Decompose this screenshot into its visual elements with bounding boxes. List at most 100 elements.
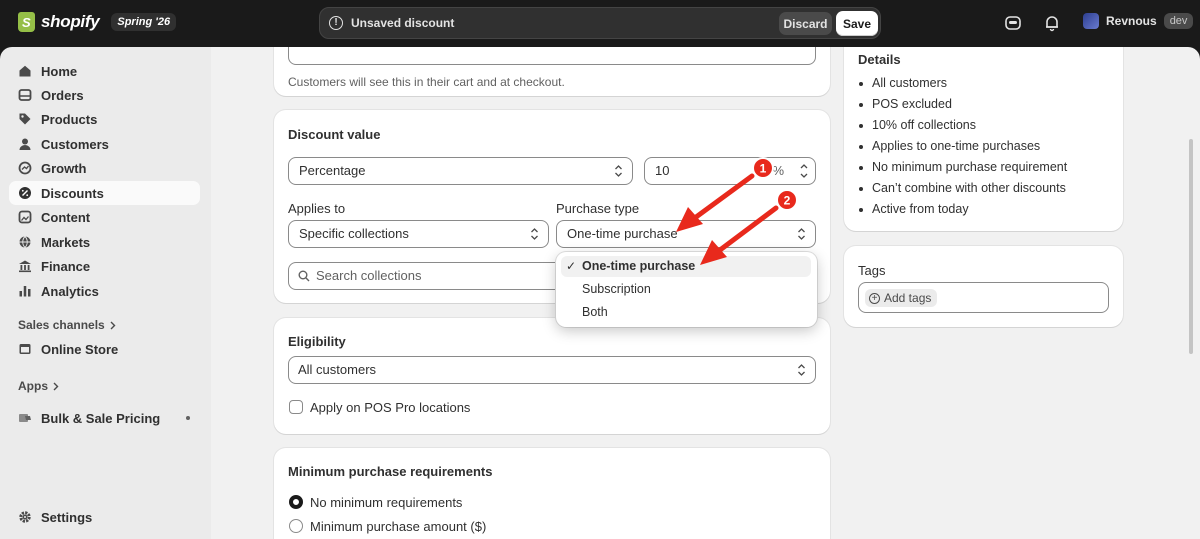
sidebar-item-label: Finance [41,258,91,274]
radio-no-minimum[interactable] [289,495,303,509]
person-icon [19,138,31,150]
sidebar-item-discounts[interactable]: Discounts [9,181,200,205]
checkmark-icon: ✓ [566,259,577,273]
option-label: Both [582,305,608,319]
option-both[interactable]: Both [561,302,811,323]
add-tags-label: Add tags [884,291,932,305]
discard-button[interactable]: Discard [779,12,832,35]
shopify-logo[interactable]: shopify Spring '26 [18,12,177,32]
chevron-right-icon [110,321,116,329]
search-icon [298,270,310,282]
section-label: Apps [18,379,48,393]
sidebar-item-analytics[interactable]: Analytics [9,279,200,303]
pos-checkbox[interactable] [289,400,303,414]
app-icon [19,414,31,422]
sidebar-item-settings[interactable]: Settings [9,505,200,529]
brand-name: shopify [41,12,100,31]
applies-to-select[interactable]: Specific collections [288,220,549,248]
bank-icon [19,260,31,273]
globe-icon [19,236,31,248]
discount-icon [19,187,31,199]
tag-icon [19,113,31,125]
select-chevron-icon [615,165,622,177]
dev-badge: dev [1163,13,1194,29]
sidebar-item-products[interactable]: Products [9,107,200,131]
option-one-time-purchase[interactable]: ✓ One-time purchase [561,256,811,277]
discount-amount-input[interactable]: 10 % [644,157,816,185]
growth-icon [18,161,32,175]
eligibility-select[interactable]: All customers [288,356,816,384]
shopify-bag-icon [18,12,35,32]
chevron-right-icon [53,382,59,390]
discount-type-select[interactable]: Percentage [288,157,633,185]
select-chevron-icon [798,364,805,376]
details-item: POS excluded [858,97,952,111]
stepper-icon[interactable] [798,161,810,181]
sidebar-item-customers[interactable]: Customers [9,132,200,156]
select-value: One-time purchase [567,226,678,241]
minimum-title: Minimum purchase requirements [288,464,493,479]
pos-checkbox-label: Apply on POS Pro locations [310,400,471,415]
details-item: Applies to one-time purchases [858,139,1040,153]
scrollbar[interactable] [1189,139,1193,354]
details-title: Details [858,52,901,67]
radio-minimum-amount-label: Minimum purchase amount ($) [310,519,487,534]
store-avatar [1083,13,1099,29]
gear-icon [19,511,31,523]
radio-minimum-amount[interactable] [289,519,303,533]
season-badge: Spring '26 [111,13,177,31]
option-label: One-time purchase [582,259,696,273]
sidebar-item-label: Content [41,209,91,225]
tags-title: Tags [858,263,886,278]
details-item: Can’t combine with other discounts [858,181,1066,195]
sidebar-item-label: Markets [41,234,91,250]
amount-value: 10 [655,163,670,178]
search-placeholder: Search collections [316,268,422,283]
sidebar-item-growth[interactable]: Growth [9,156,200,180]
contextual-save-bar: ! Unsaved discount Discard Save [319,7,881,39]
save-button[interactable]: Save [836,11,878,36]
minimum-requirements-card: Minimum purchase requirements No minimum… [274,448,830,539]
sidebar-item-online-store[interactable]: Online Store [9,337,200,361]
purchase-type-label: Purchase type [556,201,640,216]
details-item: 10% off collections [858,118,976,132]
add-tags-button[interactable]: + Add tags [865,289,938,307]
sidebar-item-orders[interactable]: Orders [9,83,200,107]
orders-icon [18,89,32,101]
sidekick-icon[interactable] [1004,14,1022,32]
store-name: Revnous [1106,14,1157,28]
sales-channels-section[interactable]: Sales channels [18,318,116,332]
sidebar-item-label: Growth [41,160,87,176]
option-label: Subscription [582,282,651,296]
sidebar-item-home[interactable]: Home [9,59,200,83]
details-card: Details All customers POS excluded 10% o… [844,47,1123,231]
eligibility-title: Eligibility [288,334,346,349]
sidebar-item-finance[interactable]: Finance [9,254,200,278]
select-chevron-icon [798,228,805,240]
option-subscription[interactable]: Subscription [561,279,811,300]
title-help-text: Customers will see this in their cart an… [288,75,565,89]
purchase-type-select[interactable]: One-time purchase [556,220,816,248]
store-menu[interactable]: Revnous dev [1083,13,1194,29]
apps-section[interactable]: Apps [18,379,59,393]
sidebar-item-label: Home [41,63,78,79]
applies-to-label: Applies to [288,201,346,216]
sidebar-item-content[interactable]: Content [9,205,200,229]
title-input[interactable] [288,47,816,65]
discount-title-card: Customers will see this in their cart an… [274,47,830,96]
eligibility-card: Eligibility All customers Apply on POS P… [274,318,830,434]
store-icon [19,344,31,354]
sidebar-item-markets[interactable]: Markets [9,230,200,254]
tags-input[interactable]: + Add tags [858,282,1109,313]
plus-circle-icon: + [869,292,880,304]
bell-icon[interactable] [1043,14,1061,32]
details-item: All customers [858,76,947,90]
sidebar-item-bulk-sale-pricing[interactable]: Bulk & Sale Pricing [9,406,200,430]
home-icon [19,65,31,77]
tags-card: Tags + Add tags [844,246,1123,327]
select-chevron-icon [531,228,538,240]
app-status-dot [186,416,190,420]
sidebar-item-label: Online Store [41,341,119,357]
select-value: All customers [298,362,377,377]
sidebar-item-label: Products [41,111,98,127]
